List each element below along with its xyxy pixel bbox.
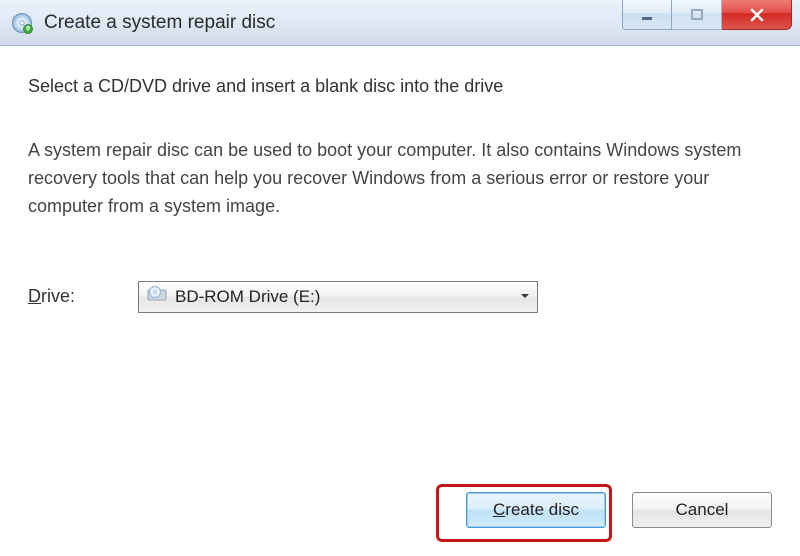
window-controls xyxy=(622,0,792,30)
window-title: Create a system repair disc xyxy=(44,12,275,34)
drive-select-value: BD-ROM Drive (E:) xyxy=(175,287,513,307)
button-row: Create disc Cancel xyxy=(466,492,772,528)
cancel-button[interactable]: Cancel xyxy=(632,492,772,528)
create-disc-button[interactable]: Create disc xyxy=(466,492,606,528)
dialog-body: Select a CD/DVD drive and insert a blank… xyxy=(0,46,800,556)
instruction-heading: Select a CD/DVD drive and insert a blank… xyxy=(28,76,772,97)
optical-drive-icon xyxy=(147,284,167,309)
drive-label: Drive: xyxy=(28,286,98,307)
close-button[interactable] xyxy=(722,0,792,30)
chevron-down-icon xyxy=(513,287,537,307)
title-bar: Create a system repair disc xyxy=(0,0,800,46)
disc-app-icon xyxy=(10,11,34,35)
minimize-button[interactable] xyxy=(622,0,672,30)
description-text: A system repair disc can be used to boot… xyxy=(28,137,768,221)
maximize-button xyxy=(672,0,722,30)
drive-select[interactable]: BD-ROM Drive (E:) xyxy=(138,281,538,313)
drive-row: Drive: BD-ROM Drive (E:) xyxy=(28,281,772,313)
